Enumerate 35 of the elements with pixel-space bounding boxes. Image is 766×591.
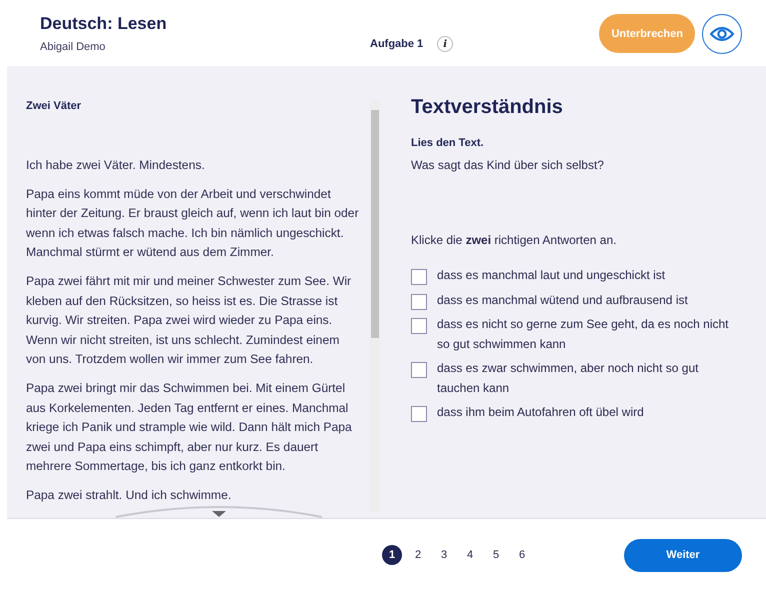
checkbox[interactable] — [411, 294, 427, 310]
next-button[interactable]: Weiter — [624, 538, 742, 572]
scrollbar[interactable] — [370, 100, 380, 512]
answer-option: dass es manchmal wütend und aufbrausend ist — [437, 290, 688, 310]
answer-option: dass ihm beim Autofahren oft übel wird — [437, 403, 644, 422]
question-title: Textverständnis — [411, 96, 564, 119]
answer-option: dass es nicht so gerne zum See geht, da es noch nicht so gut schwimmen kann — [437, 315, 737, 354]
paragraph: Papa zwei fährt mit mir und meiner Schwester zum See. Wir kleben auf den Rücksitzen, so heiss ist es. Die Strasse ist kurvig. Wir streiten. Papa zwei wird wieder zu Papa eins. Wenn wir nicht streiten, ist uns schlecht. Zumindest einem von uns. Trotzdem wollen wir immer zum See fahren. — [26, 272, 352, 368]
scroll-hint-icon — [114, 503, 324, 521]
eye-icon — [710, 26, 734, 42]
info-button[interactable]: i — [437, 36, 454, 52]
eye-button[interactable] — [702, 14, 742, 54]
page-number[interactable]: 3 — [434, 545, 454, 565]
answer-option: dass es zwar schwimmen, aber noch nicht so gut tauchen kann — [437, 359, 737, 398]
paragraph: Papa zwei strahlt. Und ich schwimme. — [26, 486, 232, 504]
paragraph: Ich habe zwei Väter. Mindestens. — [26, 157, 206, 174]
page-number[interactable]: 2 — [408, 545, 428, 565]
page-number[interactable]: 4 — [460, 545, 480, 565]
checkbox[interactable] — [411, 362, 427, 378]
page-number[interactable]: 5 — [486, 545, 506, 565]
paragraph: Papa zwei bringt mir das Schwimmen bei. Mit einem Gürtel aus Korkelementen. Jeden Tag entfernt er eines. Manchmal kriege ich Panik und strample wie wild. Dann hält mich Papa zwei und Papa eins schimpft, aber nur kurz. Es dauert mehrere Sommertage, bis ich ganz entkorkt bin. — [26, 380, 353, 476]
checkbox[interactable] — [411, 406, 427, 422]
page-number[interactable]: 6 — [512, 545, 532, 565]
page-number[interactable]: 1 — [382, 545, 402, 565]
page-title: Deutsch: Lesen — [40, 14, 168, 34]
checkbox[interactable] — [411, 318, 427, 334]
checkbox[interactable] — [411, 269, 427, 285]
answer-option: dass es manchmal laut und ungeschickt ist — [437, 266, 666, 286]
instruction: Lies den Text. — [411, 137, 485, 149]
answer-hint: Klicke die zwei richtigen Antworten an. — [411, 233, 618, 247]
text-title: Zwei Väter — [26, 100, 82, 112]
task-label: Aufgabe 1 — [370, 38, 424, 50]
user-name: Abigail Demo — [40, 41, 106, 53]
question-text: Was sagt das Kind über sich selbst? — [411, 158, 605, 172]
paragraph: Papa eins kommt müde von der Arbeit und verschwindet hinter der Zeitung. Er braust gleich auf, wenn ich laut bin oder wenn ich etwas falsch mache. Ich bin nämlich ungeschickt. Manchmal stürmt er wütend aus dem Zimmer. — [26, 186, 360, 262]
